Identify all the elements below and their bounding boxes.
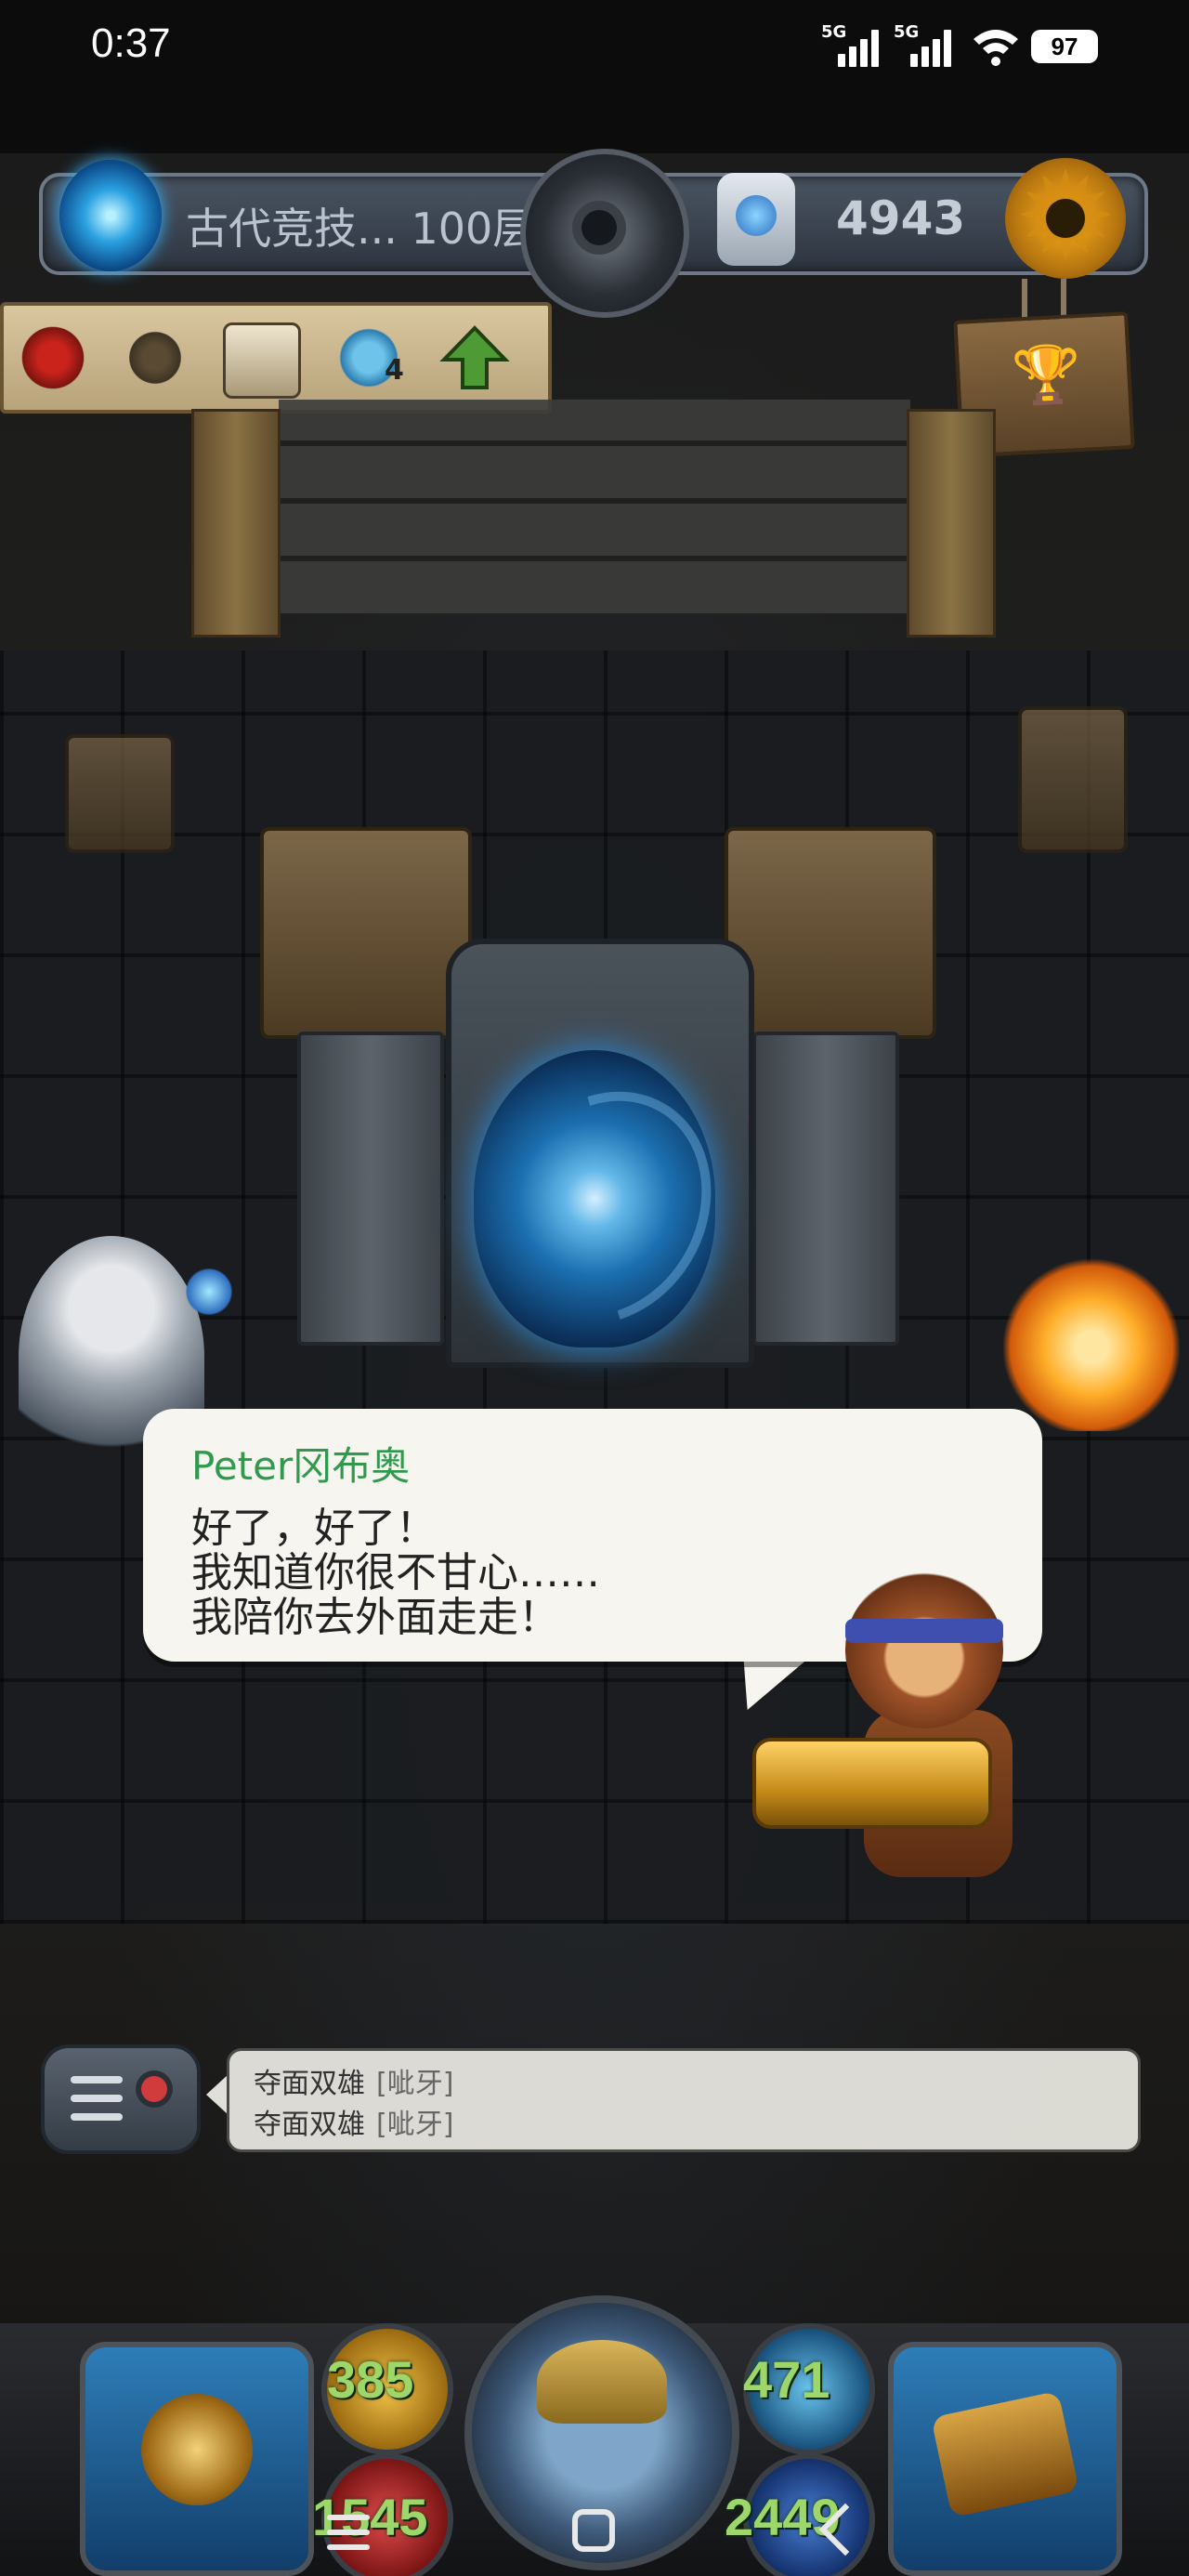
chat-emote: [呲牙] [376, 2068, 454, 2100]
gate-column-right [752, 1032, 899, 1346]
wizard-staff-orb [186, 1264, 232, 1320]
game-screen: 0:37 5G 5G 97 古代竞技... 100层 4943 ✹ 4 🏆 Pe… [0, 0, 1189, 2576]
signal-icon-1: 5G [821, 22, 886, 67]
gatling-gun [752, 1738, 992, 1829]
navigation-bar [0, 2492, 1189, 2576]
guardian-statue-right [725, 827, 936, 1039]
chat-feed[interactable]: 夺面双雄 [呲牙] 夺面双雄 [呲牙] [227, 2048, 1141, 2152]
portal-swirl[interactable] [474, 1050, 715, 1347]
signal-icon-2: 5G [894, 22, 959, 67]
rubble-left [65, 734, 175, 853]
hero-gunner-character[interactable] [743, 1571, 1078, 1905]
pillar-left [191, 409, 281, 637]
location-label[interactable]: 古代竞技... 100层 [186, 195, 535, 256]
stone-tablet [1018, 706, 1128, 853]
map-scroll-icon[interactable] [223, 322, 301, 399]
home-icon[interactable] [572, 2509, 615, 2552]
gem-count: 4943 [836, 191, 966, 245]
chat-notification-dot [141, 2076, 167, 2102]
guardian-statue-left [260, 827, 472, 1039]
network-type-1: 5G [821, 22, 847, 42]
fire-spirit-character[interactable] [1003, 1245, 1180, 1431]
companion-count-badge: 4 [385, 354, 404, 387]
status-time: 0:37 [91, 20, 171, 66]
network-type-2: 5G [894, 22, 920, 42]
chat-pointer [206, 2074, 229, 2115]
wifi-icon [973, 30, 1018, 66]
dialog-line-3: 我陪你去外面走走！ [191, 1594, 559, 1641]
chat-message: 夺面双雄 [呲牙] [254, 2060, 453, 2101]
gem-icon [717, 173, 795, 266]
chat-message: 夺面双雄 [呲牙] [254, 2101, 453, 2142]
candelabra-icon[interactable] [119, 322, 191, 393]
chat-menu-button[interactable] [41, 2044, 201, 2154]
speaker-name: Peter冈布奥 [191, 1443, 411, 1489]
status-bar: 0:37 5G 5G 97 [0, 0, 1189, 93]
battery-indicator: 97 [1031, 30, 1098, 63]
up-arrow-icon[interactable] [438, 322, 511, 393]
stone-wall [279, 400, 910, 613]
chat-sender: 夺面双雄 [254, 2068, 365, 2100]
chat-sender: 夺面双雄 [254, 2109, 365, 2141]
bomb-emblem-icon[interactable] [520, 149, 689, 318]
magic-stat: 471 [743, 2350, 830, 2409]
item-toolbar: 4 [0, 302, 552, 414]
recent-apps-icon[interactable] [327, 2515, 370, 2556]
portal-icon[interactable] [59, 160, 162, 271]
chat-emote: [呲牙] [376, 2109, 454, 2141]
gate-column-left [297, 1032, 444, 1346]
hero-headband [845, 1619, 1003, 1643]
settings-gear-icon[interactable] [1005, 147, 1126, 286]
hero-head [845, 1571, 1003, 1728]
attack-stat: 385 [327, 2350, 414, 2409]
pillar-right [907, 409, 996, 637]
blood-splat-icon[interactable] [17, 322, 89, 393]
back-icon[interactable] [818, 2503, 872, 2556]
